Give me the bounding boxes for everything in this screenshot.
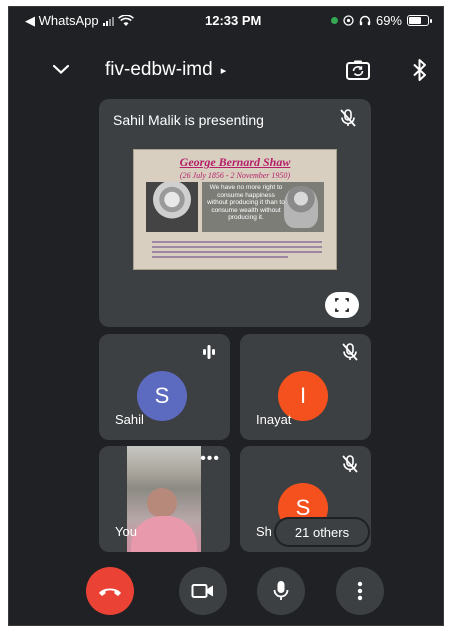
microphone-icon	[273, 581, 289, 600]
slide-dates: (26 July 1856 - 2 November 1950)	[179, 171, 291, 180]
video-face	[147, 488, 177, 518]
status-right: 69%	[330, 13, 432, 28]
chevron-down-icon[interactable]	[49, 57, 73, 81]
shared-slide: George Bernard Shaw (26 July 1856 - 2 No…	[133, 149, 337, 270]
others-count-badge[interactable]: 21 others	[276, 519, 368, 545]
meet-call-screen: ◀ WhatsApp 12:33 PM 69% fiv-edbw-imd ▸ S…	[8, 6, 444, 626]
participant-tile-others[interactable]: S Sh 21 others	[240, 446, 371, 552]
slide-body-text	[152, 238, 322, 261]
slide-title: George Bernard Shaw	[179, 155, 291, 169]
call-header: fiv-edbw-imd ▸	[9, 51, 443, 91]
more-options-icon[interactable]: •••	[200, 450, 220, 468]
mic-muted-icon	[342, 455, 358, 473]
participant-name: Sh	[256, 524, 272, 539]
participant-name: You	[115, 524, 137, 539]
microphone-toggle-button[interactable]	[257, 567, 305, 615]
headphones-icon	[359, 15, 371, 26]
portrait-image	[146, 182, 198, 232]
battery-icon	[407, 15, 432, 26]
participant-tile-inayat[interactable]: I Inayat	[240, 334, 371, 440]
fullscreen-icon[interactable]	[325, 292, 359, 318]
presenter-label: Sahil Malik is presenting	[113, 112, 264, 128]
mic-muted-icon	[340, 109, 356, 127]
mic-muted-icon	[342, 343, 358, 361]
caret-right-icon: ▸	[220, 64, 227, 77]
end-call-button[interactable]	[86, 567, 134, 615]
signal-icon	[102, 16, 114, 26]
camera-toggle-button[interactable]	[179, 567, 227, 615]
camera-in-use-dot-icon	[330, 17, 338, 24]
status-left: ◀ WhatsApp	[25, 13, 134, 29]
participant-name: Inayat	[256, 412, 292, 427]
video-body	[131, 516, 197, 552]
back-to-whatsapp-link[interactable]: ◀ WhatsApp	[25, 13, 99, 29]
phone-hangup-icon	[99, 588, 121, 596]
avatar: S	[137, 371, 187, 421]
status-time: 12:33 PM	[205, 13, 262, 28]
participant-name: Sahil	[115, 412, 144, 427]
presentation-tile[interactable]: Sahil Malik is presenting George Bernard…	[99, 99, 371, 327]
location-icon	[343, 15, 354, 26]
self-video-feed	[127, 446, 201, 552]
participant-tile-sahil[interactable]: S Sahil	[99, 334, 230, 440]
bluetooth-icon[interactable]	[409, 57, 431, 83]
more-vertical-icon	[357, 581, 363, 601]
video-camera-icon	[191, 584, 213, 598]
camera-switch-icon[interactable]	[345, 57, 371, 83]
more-options-button[interactable]	[336, 567, 384, 615]
speaking-icon	[203, 345, 215, 359]
meeting-code-button[interactable]: fiv-edbw-imd ▸	[105, 59, 226, 81]
participant-tile-you[interactable]: ••• You	[99, 446, 230, 552]
status-bar: ◀ WhatsApp 12:33 PM 69%	[9, 7, 443, 33]
wifi-icon	[117, 15, 134, 26]
slide-quote: We have no more right to consume happine…	[207, 184, 285, 221]
meeting-code: fiv-edbw-imd	[105, 59, 213, 80]
battery-percent: 69%	[375, 13, 402, 28]
